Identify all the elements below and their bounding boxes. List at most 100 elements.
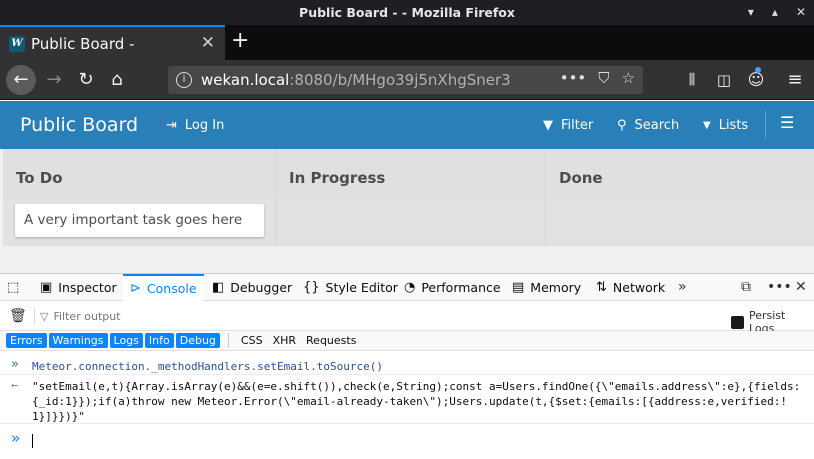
filter-debug[interactable]: Debug — [175, 333, 220, 348]
console-result-text: "setEmail(e,t){Array.isArray(e)&&(e=e.sh… — [32, 380, 801, 423]
tab-performance[interactable]: ◔ Performance — [404, 274, 501, 301]
home-icon[interactable]: ⌂ — [105, 68, 129, 92]
console-output: » Meteor.connection._methodHandlers.setE… — [0, 351, 814, 459]
url-path: :8080/b/MHgo39j5nXhgSner3/public — [289, 71, 511, 89]
board-canvas: To Do A very important task goes here In… — [0, 149, 814, 273]
window-titlebar: Public Board - - Mozilla Firefox ▾ ▴ ✕ — [0, 0, 814, 25]
list-title[interactable]: To Do — [3, 149, 275, 199]
filter-placeholder: Filter output — [53, 309, 121, 323]
maximize-icon[interactable]: ▴ — [772, 0, 778, 25]
forward-icon[interactable]: → — [42, 68, 66, 92]
site-info-icon[interactable]: i — [176, 72, 192, 88]
login-label: Log In — [184, 118, 225, 133]
list-title[interactable]: Done — [546, 149, 814, 199]
hamburger-menu-icon[interactable]: ≡ — [783, 68, 807, 92]
persist-logs-checkbox[interactable] — [731, 315, 744, 329]
filter-errors[interactable]: Errors — [6, 333, 47, 348]
trash-icon[interactable]: 🗑 — [9, 308, 27, 324]
performance-icon: ◔ — [404, 280, 416, 295]
wekan-favicon-icon: W — [9, 35, 25, 52]
board-title[interactable]: Public Board — [20, 114, 138, 136]
search-icon: ⚲ — [617, 118, 627, 133]
pocket-icon[interactable]: ⛉ — [598, 69, 609, 87]
search-label: Search — [634, 118, 680, 133]
lists-button[interactable]: ▼ Lists — [703, 118, 748, 133]
filter-warnings[interactable]: Warnings — [48, 333, 108, 348]
url-bar[interactable]: i wekan.local :8080/b/MHgo39j5nXhgSner3/… — [168, 66, 643, 94]
reload-icon[interactable]: ↻ — [74, 68, 98, 92]
tab-label: Memory — [530, 280, 582, 295]
url-host: wekan.local — [201, 71, 290, 89]
divider — [227, 333, 229, 348]
tab-label: Debugger — [230, 280, 293, 295]
tab-strip: W Public Board - ✕ + — [0, 25, 814, 60]
filter-output-input[interactable]: ▽ Filter output — [40, 307, 240, 325]
account-badge — [755, 67, 761, 73]
tab-debugger[interactable]: ◧ Debugger — [212, 274, 292, 301]
dock-icon[interactable]: ⧉ — [741, 279, 751, 295]
list-body — [546, 199, 814, 246]
close-tab-icon[interactable]: ✕ — [201, 33, 215, 53]
filter-icon: ▼ — [543, 118, 553, 133]
search-button[interactable]: ⚲ Search — [617, 118, 679, 133]
result-arrow-icon: ← — [11, 378, 19, 392]
sidebar-icon[interactable]: ◫ — [712, 68, 736, 92]
bookmark-star-icon[interactable]: ☆ — [622, 69, 635, 87]
filter-xhr[interactable]: XHR — [269, 333, 300, 348]
more-tabs-icon[interactable]: » — [678, 279, 687, 295]
list-title[interactable]: In Progress — [276, 149, 545, 199]
login-button[interactable]: ⇥ Log In — [166, 118, 224, 133]
close-devtools-icon[interactable]: ✕ — [795, 279, 807, 295]
style-editor-icon: {} — [303, 280, 320, 295]
tab-memory[interactable]: ▤ Memory — [512, 274, 581, 301]
console-input-field[interactable]: » — [0, 426, 814, 454]
devtools-menu-icon[interactable]: ••• — [767, 279, 792, 295]
filter-label: Filter — [561, 118, 594, 133]
tab-style-editor[interactable]: {} Style Editor — [303, 274, 398, 301]
console-input-text: Meteor.connection._methodHandlers.setEma… — [32, 360, 383, 373]
lists-label: Lists — [718, 118, 749, 133]
prompt-chevron-icon: » — [11, 429, 21, 447]
list-body — [276, 199, 545, 246]
board-menu-icon[interactable]: ☰ — [780, 113, 794, 132]
tab-label: Console — [146, 281, 197, 296]
page-actions-icon[interactable]: ••• — [560, 69, 587, 87]
caret-down-icon: ▼ — [703, 120, 711, 131]
filter-css[interactable]: CSS — [237, 333, 267, 348]
element-picker-icon[interactable]: ⬚ — [7, 274, 19, 301]
browser-tab[interactable]: W Public Board - ✕ — [0, 25, 225, 60]
tab-inspector[interactable]: ▣ Inspector — [34, 274, 123, 301]
card[interactable]: A very important task goes here — [15, 204, 264, 237]
window-controls: ▾ ▴ ✕ — [748, 0, 806, 25]
filter-button[interactable]: ▼ Filter — [543, 118, 593, 133]
filter-funnel-icon: ▽ — [40, 309, 49, 323]
tab-label: Performance — [421, 280, 501, 295]
wekan-header: Public Board ⇥ Log In ▼ Filter ⚲ Search … — [0, 101, 814, 149]
tab-network[interactable]: ⇅ Network — [596, 274, 665, 301]
console-filter-bar: 🗑 ▽ Filter output Persist Logs — [0, 301, 814, 335]
console-result-message: ← "setEmail(e,t){Array.isArray(e)&&(e=e.… — [0, 376, 814, 424]
screen: Public Board - - Mozilla Firefox ▾ ▴ ✕ W… — [0, 0, 814, 459]
library-icon[interactable]: ⫼ — [680, 68, 704, 92]
list-column: Done — [546, 149, 814, 246]
header-divider — [765, 111, 766, 139]
nav-bar: ← → ↻ ⌂ i wekan.local :8080/b/MHgo39j5nX… — [0, 60, 814, 100]
devtools-toolbar: ⬚ ▣ Inspector ⊳ Console ◧ Debugger {} St… — [0, 273, 814, 301]
new-tab-icon[interactable]: + — [231, 28, 249, 53]
input-chevron-icon: » — [11, 357, 19, 372]
divider — [34, 307, 35, 325]
inspector-icon: ▣ — [40, 280, 53, 295]
list-column: In Progress — [276, 149, 546, 246]
tab-title: Public Board - — [31, 34, 135, 53]
debugger-icon: ◧ — [212, 280, 225, 295]
filter-requests[interactable]: Requests — [302, 333, 360, 348]
console-category-bar: Errors Warnings Logs Info Debug CSS XHR … — [0, 331, 814, 351]
tab-console[interactable]: ⊳ Console — [123, 274, 204, 301]
close-window-icon[interactable]: ✕ — [796, 0, 806, 25]
tab-label: Inspector — [58, 280, 117, 295]
filter-info[interactable]: Info — [144, 333, 174, 348]
network-icon: ⇅ — [596, 280, 607, 295]
minimize-icon[interactable]: ▾ — [748, 0, 754, 25]
filter-logs[interactable]: Logs — [109, 333, 143, 348]
back-icon[interactable]: ← — [6, 65, 36, 95]
